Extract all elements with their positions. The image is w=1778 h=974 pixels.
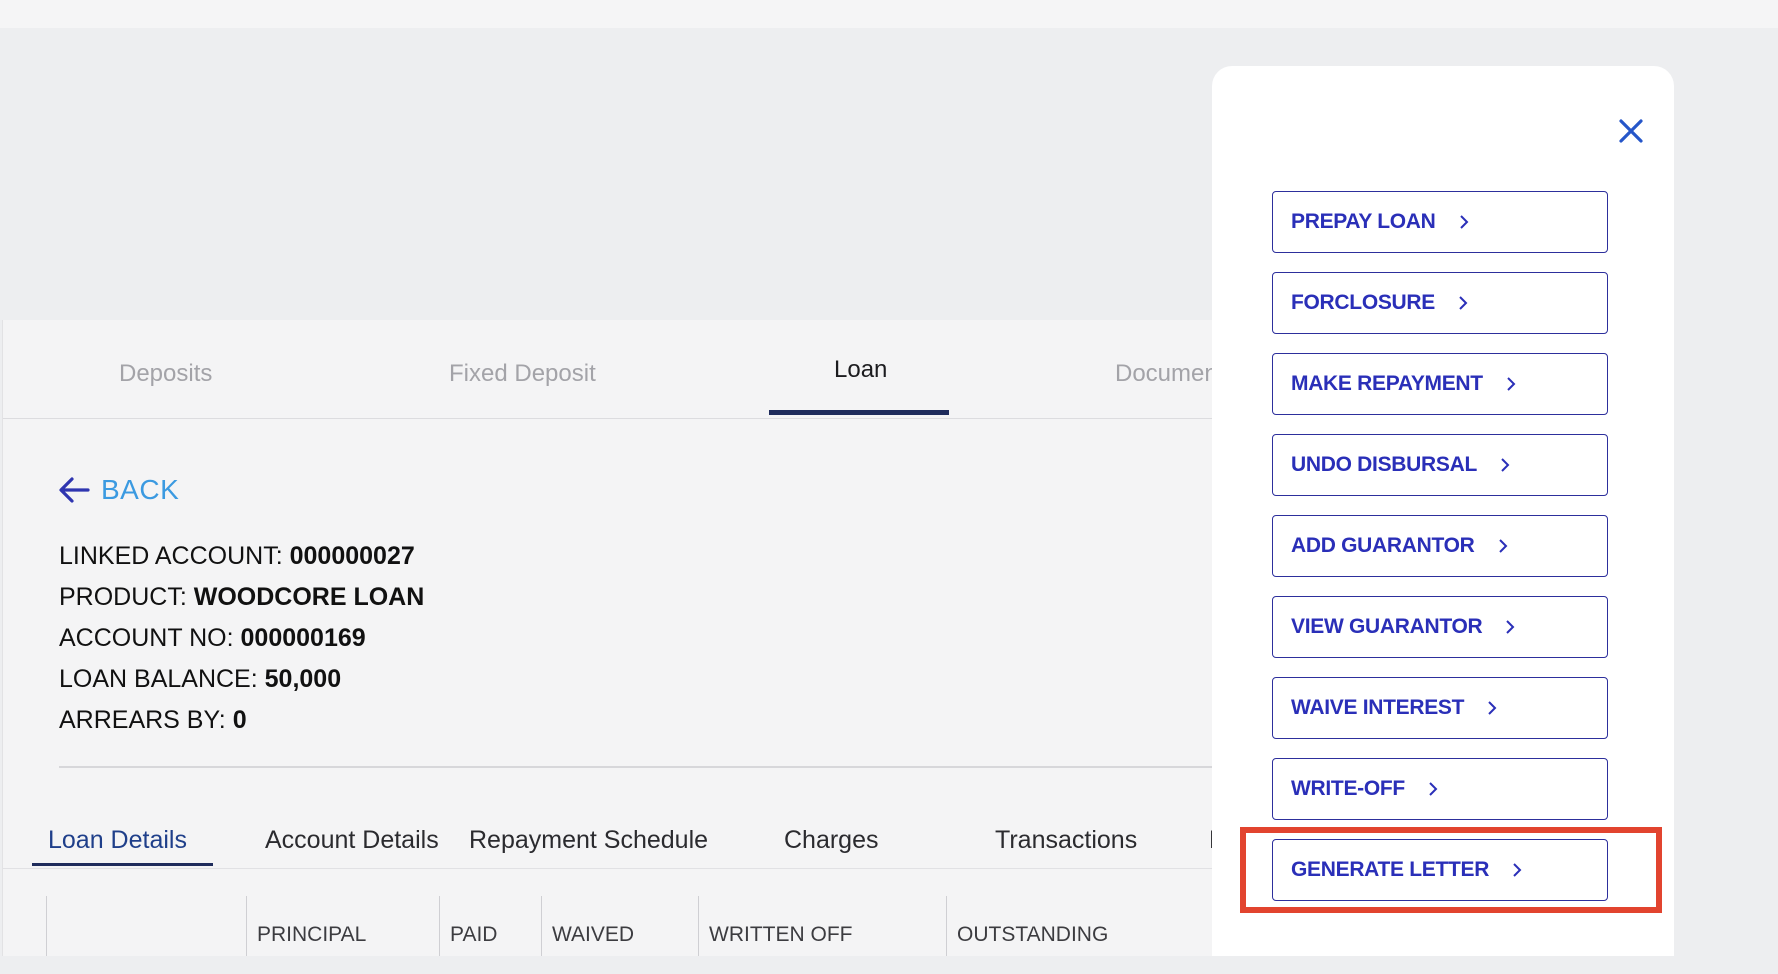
arrears-row: ARREARS BY: 0	[59, 706, 247, 734]
chevron-right-icon	[1488, 701, 1497, 715]
th-principal: PRINCIPAL	[246, 896, 439, 956]
chevron-right-icon	[1501, 458, 1510, 472]
chevron-right-icon	[1459, 215, 1468, 229]
chevron-right-icon	[1506, 620, 1515, 634]
active-subtab-indicator	[32, 863, 213, 866]
forclosure-button[interactable]: FORCLOSURE	[1272, 272, 1608, 334]
loan-sub-tabs: Loan Details Account Details Repayment S…	[3, 768, 1243, 869]
summary-table-header: PRINCIPAL PAID WAIVED WRITTEN OFF OUTSTA…	[3, 896, 1243, 956]
loan-balance-row: LOAN BALANCE: 50,000	[59, 665, 342, 693]
write-off-button[interactable]: WRITE-OFF	[1272, 758, 1608, 820]
highlight-box	[1240, 827, 1662, 913]
tab-deposits[interactable]: Deposits	[119, 360, 212, 388]
undo-disbursal-button[interactable]: UNDO DISBURSAL	[1272, 434, 1608, 496]
subtab-account-details[interactable]: Account Details	[265, 826, 439, 855]
th-waived: WAIVED	[541, 896, 698, 956]
chevron-right-icon	[1459, 296, 1468, 310]
waive-interest-button[interactable]: WAIVE INTEREST	[1272, 677, 1608, 739]
account-card: Deposits Fixed Deposit Loan Documen BACK…	[2, 320, 1243, 956]
tab-loan[interactable]: Loan	[834, 356, 887, 384]
account-no-row: ACCOUNT NO: 000000169	[59, 624, 366, 652]
chevron-right-icon	[1429, 782, 1438, 796]
subtab-transactions[interactable]: Transactions	[995, 826, 1137, 855]
chevron-right-icon	[1498, 539, 1507, 553]
back-button[interactable]: BACK	[57, 474, 179, 506]
make-repayment-button[interactable]: MAKE REPAYMENT	[1272, 353, 1608, 415]
subtab-charges[interactable]: Charges	[784, 826, 879, 855]
top-tab-bar: Deposits Fixed Deposit Loan Documen	[3, 320, 1243, 419]
view-guarantor-button[interactable]: VIEW GUARANTOR	[1272, 596, 1608, 658]
close-icon[interactable]	[1616, 116, 1646, 146]
add-guarantor-button[interactable]: ADD GUARANTOR	[1272, 515, 1608, 577]
th-outstanding: OUTSTANDING	[946, 896, 1213, 956]
subtab-loan-details[interactable]: Loan Details	[48, 826, 187, 855]
product-row: PRODUCT: WOODCORE LOAN	[59, 583, 425, 611]
tab-documents[interactable]: Documen	[1115, 360, 1218, 388]
arrow-left-icon	[59, 477, 90, 503]
th-blank	[46, 896, 246, 956]
th-written-off: WRITTEN OFF	[698, 896, 946, 956]
tab-fixed-deposit[interactable]: Fixed Deposit	[449, 360, 596, 388]
loan-info: LINKED ACCOUNT: 000000027 PRODUCT: WOODC…	[59, 536, 424, 741]
active-tab-indicator	[769, 410, 949, 415]
prepay-loan-button[interactable]: PREPAY LOAN	[1272, 191, 1608, 253]
top-bar	[0, 0, 1778, 28]
linked-account-row: LINKED ACCOUNT: 000000027	[59, 542, 415, 570]
back-label: BACK	[101, 474, 180, 505]
th-paid: PAID	[439, 896, 541, 956]
subtab-repayment-schedule[interactable]: Repayment Schedule	[469, 826, 708, 855]
chevron-right-icon	[1507, 377, 1516, 391]
